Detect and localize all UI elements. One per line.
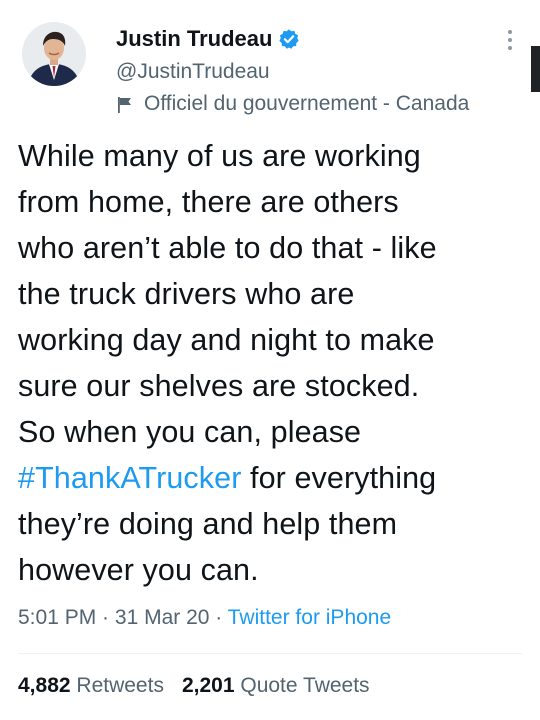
flag-icon	[118, 97, 131, 113]
tweet-date[interactable]: 31 Mar 20	[115, 606, 210, 629]
verified-badge-icon	[278, 28, 300, 50]
more-options-button[interactable]	[498, 26, 522, 54]
retweets-count: 4,882	[18, 674, 71, 697]
tweet-line: they’re doing and help them	[18, 507, 398, 541]
quote-tweets-stat[interactable]: 2,201 Quote Tweets	[182, 674, 370, 698]
tweet-line: working day and night to make	[18, 323, 435, 357]
quotes-count: 2,201	[181, 674, 235, 697]
tweet-source-link[interactable]: Twitter for iPhone	[228, 606, 391, 629]
government-label[interactable]: Officiel du gouvernement - Canada	[116, 92, 469, 116]
tweet-meta: 5:01 PM · 31 Mar 20 · Twitter for iPhone	[18, 606, 391, 630]
tweet-line: the truck drivers who are	[18, 277, 355, 311]
handle[interactable]: @JustinTrudeau	[116, 60, 270, 84]
tweet-line: While many of us are working	[18, 139, 421, 173]
more-icon	[508, 30, 512, 50]
tweet-text: While many of us are working from home, …	[18, 133, 523, 593]
tweet-line: who aren’t able to do that - like	[18, 231, 437, 265]
divider	[18, 653, 522, 654]
retweets-stat[interactable]: 4,882 Retweets	[18, 674, 164, 698]
meta-separator: ·	[209, 606, 228, 629]
hashtag-link[interactable]: #ThankATrucker	[18, 461, 241, 495]
tweet-stats: 4,882 Retweets 2,201 Quote Tweets	[18, 674, 370, 698]
tweet-line: from home, there are others	[18, 185, 399, 219]
meta-separator: ·	[96, 606, 115, 629]
tweet-line-hashtag: #ThankATrucker for everything	[18, 455, 523, 501]
tweet-line: So when you can, please	[18, 415, 362, 449]
scroll-indicator	[531, 46, 540, 92]
tweet-line: sure our shelves are stocked.	[18, 369, 420, 403]
tweet-time[interactable]: 5:01 PM	[18, 606, 96, 629]
quotes-label: Quote Tweets	[240, 674, 370, 697]
profile-photo	[22, 22, 86, 86]
retweets-label: Retweets	[76, 674, 164, 697]
display-name[interactable]: Justin Trudeau	[116, 26, 272, 52]
avatar[interactable]	[22, 22, 86, 86]
hashtag-tail: for everything	[241, 461, 437, 495]
tweet-line: however you can.	[18, 553, 259, 587]
author-name-row: Justin Trudeau	[116, 24, 300, 54]
label-text: Officiel du gouvernement - Canada	[144, 92, 470, 115]
